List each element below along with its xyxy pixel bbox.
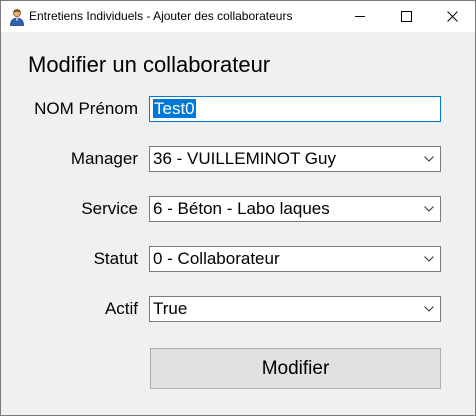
chevron-down-icon [424,306,434,312]
name-label: NOM Prénom [34,99,138,118]
chevron-down-icon [424,256,434,262]
manager-select[interactable]: 36 - VUILLEMINOT Guy [149,146,441,172]
modify-button[interactable]: Modifier [150,348,441,389]
maximize-button[interactable] [383,1,429,32]
window-title: Entretiens Individuels - Ajouter des col… [29,9,293,23]
service-select[interactable]: 6 - Béton - Labo laques [149,196,441,222]
actif-label: Actif [104,299,138,318]
maximize-icon [400,11,412,22]
service-value: 6 - Béton - Labo laques [153,199,330,218]
minimize-icon [354,16,365,17]
name-value: Test0 [153,99,196,118]
chevron-down-icon [424,206,434,212]
service-label: Service [81,199,138,218]
manager-value: 36 - VUILLEMINOT Guy [153,149,336,168]
statut-label: Statut [93,249,138,268]
title-bar[interactable]: Entretiens Individuels - Ajouter des col… [1,1,475,32]
user-icon [10,9,24,26]
actif-select[interactable]: True [149,296,441,322]
form-heading: Modifier un collaborateur [28,52,271,77]
actif-value: True [153,299,188,318]
dialog-window: Entretiens Individuels - Ajouter des col… [0,0,476,416]
minimize-button[interactable] [337,1,383,32]
name-input[interactable]: Test0 [149,96,441,122]
close-button[interactable] [429,1,475,32]
statut-value: 0 - Collaborateur [153,249,280,268]
manager-label: Manager [70,149,138,168]
close-icon [446,11,458,22]
chevron-down-icon [424,156,434,162]
statut-select[interactable]: 0 - Collaborateur [149,246,441,272]
